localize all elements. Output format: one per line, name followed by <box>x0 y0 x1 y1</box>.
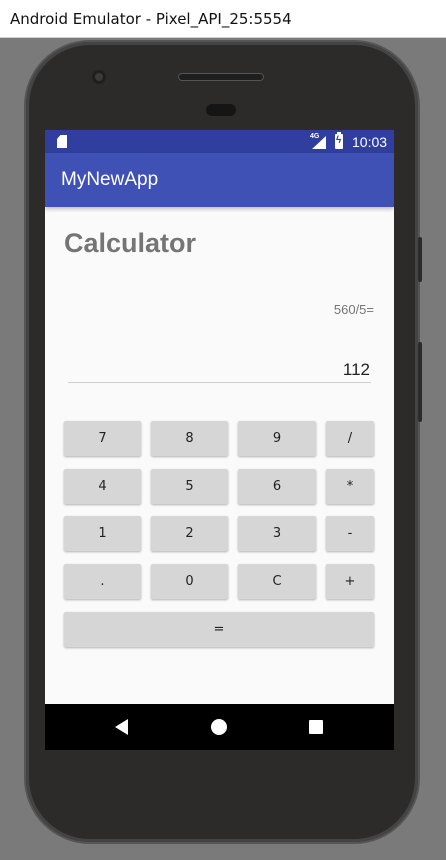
back-icon[interactable] <box>115 719 128 735</box>
key-divide[interactable]: / <box>326 421 374 456</box>
key-2[interactable]: 2 <box>151 516 228 551</box>
key-4[interactable]: 4 <box>64 469 141 504</box>
network-type-label: 4G <box>310 133 320 140</box>
navigation-bar <box>45 704 394 750</box>
earpiece-speaker <box>178 73 264 81</box>
result-underline <box>68 382 371 383</box>
status-bar: 4G ϟ 10:03 <box>45 130 394 153</box>
expression-display: 560/5= <box>333 302 374 317</box>
app-bar: MyNewApp <box>45 153 394 207</box>
app-title: MyNewApp <box>61 169 159 190</box>
key-0[interactable]: 0 <box>151 564 228 599</box>
recents-icon[interactable] <box>309 720 323 734</box>
key-7[interactable]: 7 <box>64 421 141 456</box>
device-screen: 4G ϟ 10:03 MyNewApp Calculator 560/5= 11… <box>45 130 394 750</box>
key-subtract[interactable]: - <box>326 516 374 551</box>
key-6[interactable]: 6 <box>238 469 316 504</box>
sd-card-icon <box>57 135 67 148</box>
key-decimal[interactable]: . <box>64 564 141 599</box>
emulator-titlebar[interactable]: Android Emulator - Pixel_API_25:5554 <box>0 0 446 38</box>
front-camera <box>92 70 106 84</box>
key-multiply[interactable]: * <box>326 469 374 504</box>
key-9[interactable]: 9 <box>238 421 316 456</box>
home-icon[interactable] <box>211 719 227 735</box>
calculator-heading: Calculator <box>64 228 197 258</box>
key-1[interactable]: 1 <box>64 516 141 551</box>
key-3[interactable]: 3 <box>238 516 316 551</box>
key-5[interactable]: 5 <box>151 469 228 504</box>
proximity-sensor <box>206 104 236 116</box>
battery-charging-icon: ϟ <box>335 132 343 149</box>
volume-button[interactable] <box>418 342 422 422</box>
window-title: Android Emulator - Pixel_API_25:5554 <box>10 10 292 28</box>
result-display[interactable]: 112 <box>343 360 370 380</box>
key-8[interactable]: 8 <box>151 421 228 456</box>
power-button[interactable] <box>418 237 422 282</box>
key-clear[interactable]: C <box>238 564 316 599</box>
key-equals[interactable]: = <box>64 612 374 647</box>
key-add[interactable]: + <box>326 564 374 599</box>
status-clock: 10:03 <box>352 134 388 150</box>
